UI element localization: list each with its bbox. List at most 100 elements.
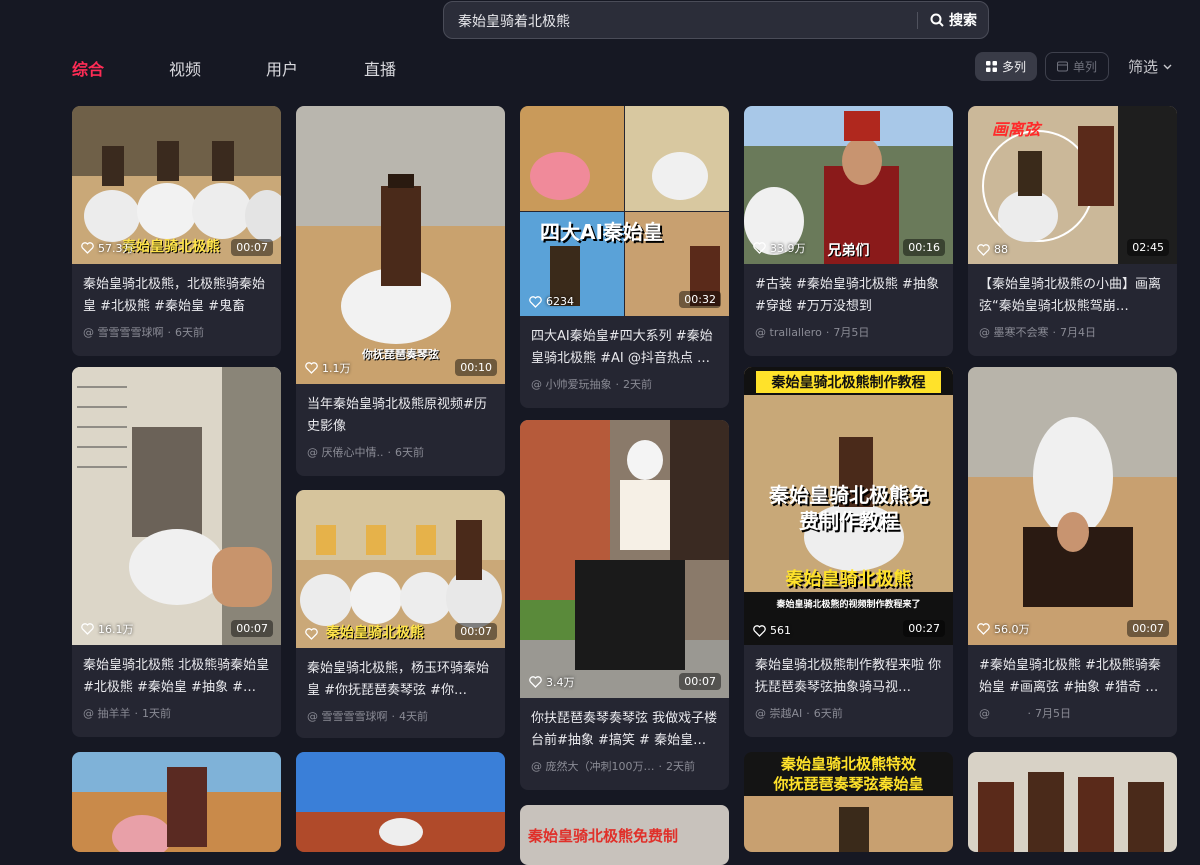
video-thumbnail[interactable]: 四大AI秦始皇 6234 00:32 (520, 106, 729, 316)
heart-icon (305, 628, 318, 640)
heart-icon (977, 623, 990, 635)
video-card[interactable]: 画离弦 88 02:45 【秦始皇骑北极熊の小曲】画离弦“秦始皇骑北极熊驾崩… … (968, 106, 1177, 356)
video-meta: @ 厌倦心中情.. · 6天前 (307, 446, 424, 459)
post-time: 6天前 (813, 707, 843, 720)
thumbnail-subcaption: 你抚琵琶奏琴弦秦始皇 (773, 775, 924, 793)
video-thumbnail[interactable]: 秦始皇骑北极熊特效 你抚琵琶奏琴弦秦始皇 (744, 752, 953, 852)
video-card[interactable]: 3.4万 00:07 你扶琵琶奏琴奏琴弦 我做戏子楼台前#抽象 #搞笑 # 秦始… (520, 420, 729, 790)
like-count: 1.1万 (305, 360, 351, 376)
like-count: 561 (753, 624, 791, 637)
video-thumbnail[interactable]: 56.0万 00:07 (968, 367, 1177, 645)
video-card[interactable]: 兄弟们 33.9万 00:16 #古装 #秦始皇骑北极熊 #抽象 #穿越 #万万… (744, 106, 953, 356)
multi-column-button[interactable]: 多列 (975, 52, 1037, 81)
search-button[interactable]: 搜索 (930, 2, 977, 38)
video-thumbnail[interactable]: 秦始皇骑北极熊 57.3万 00:07 (72, 106, 281, 264)
video-meta: @ 崇越AI · 6天前 (755, 707, 843, 720)
tab-live[interactable]: 直播 (364, 56, 396, 80)
video-description: 秦始皇骑北极熊 北极熊骑秦始皇#北极熊 #秦始皇 #抽象 #… (83, 658, 270, 695)
video-thumbnail[interactable]: 兄弟们 33.9万 00:16 (744, 106, 953, 264)
heart-icon (529, 676, 542, 688)
author-name[interactable]: 厌倦心中情.. (322, 446, 384, 459)
video-thumbnail[interactable]: 画离弦 88 02:45 (968, 106, 1177, 264)
duration-badge: 02:45 (1127, 239, 1169, 256)
author-name[interactable]: trallallero (770, 326, 822, 339)
video-meta: @ trallallero · 7月5日 (755, 326, 870, 339)
video-description: #秦始皇骑北极熊 #北极熊骑秦始皇 #画离弦 #抽象 #猎奇 … (979, 658, 1161, 695)
post-time: 6天前 (395, 446, 424, 459)
tab-all[interactable]: 综合 (72, 56, 104, 80)
heart-icon (977, 243, 990, 256)
search-bar[interactable]: 搜索 (443, 1, 989, 40)
thumbnail-caption: 秦始皇骑北极熊 (326, 625, 424, 641)
video-card[interactable]: 秦始皇骑北极熊制作教程 秦始皇骑北极熊免费制作教程 秦始皇骑北极熊 秦始皇骑北极… (744, 367, 953, 737)
heart-icon (81, 242, 94, 254)
filter-button[interactable]: 筛选 (1128, 56, 1172, 77)
post-time: 2天前 (666, 760, 695, 773)
video-card[interactable]: 秦始皇骑北极熊特效 你抚琵琶奏琴弦秦始皇 (744, 752, 953, 852)
video-description: 秦始皇骑北极熊制作教程来啦 你抚琵琶奏琴弦抽象骑马视… (755, 658, 942, 695)
video-thumbnail[interactable]: 秦始皇骑北极熊免费制 (520, 805, 729, 865)
duration-badge: 00:07 (1127, 620, 1169, 637)
filter-label: 筛选 (1128, 58, 1159, 76)
heart-icon (81, 623, 94, 635)
like-count: 6234 (529, 295, 574, 308)
video-card[interactable]: 秦始皇骑北极熊免费制 (520, 805, 729, 865)
video-thumbnail[interactable] (968, 752, 1177, 852)
like-count: 88 (977, 243, 1008, 256)
author-name[interactable]: 雪雪雪雪球啊 (322, 710, 388, 723)
like-count: 33.9万 (753, 240, 806, 256)
like-count: 3.4万 (529, 674, 575, 690)
duration-badge: 00:16 (903, 239, 945, 256)
video-meta: @ 小帅爱玩抽象 · 2天前 (531, 378, 652, 391)
search-divider (917, 12, 918, 29)
author-name[interactable]: 墨寒不会寒 (994, 326, 1049, 339)
video-card[interactable]: 56.0万 00:07 #秦始皇骑北极熊 #北极熊骑秦始皇 #画离弦 #抽象 #… (968, 367, 1177, 737)
duration-badge: 00:07 (231, 239, 273, 256)
grid-icon (986, 61, 997, 72)
video-meta: @ · 7月5日 (979, 707, 1071, 720)
video-card[interactable]: 四大AI秦始皇 6234 00:32 四大AI秦始皇#四大系列 #秦始皇骑北极熊… (520, 106, 729, 408)
search-input[interactable] (456, 2, 900, 40)
duration-badge: 00:10 (455, 359, 497, 376)
post-time: 2天前 (623, 378, 652, 391)
video-thumbnail[interactable]: 秦始皇骑北极熊制作教程 秦始皇骑北极熊免费制作教程 秦始皇骑北极熊 秦始皇骑北极… (744, 367, 953, 645)
thumbnail-caption: 秦始皇骑北极熊免费制 (528, 827, 679, 845)
video-card[interactable]: 16.1万 00:07 秦始皇骑北极熊 北极熊骑秦始皇#北极熊 #秦始皇 #抽象… (72, 367, 281, 737)
thumbnail-banner: 秦始皇骑北极熊制作教程 (771, 375, 926, 391)
video-card[interactable]: 秦始皇骑北极熊 57.3万 00:07 秦始皇骑北极熊，北极熊骑秦始皇 #北极熊… (72, 106, 281, 356)
video-thumbnail[interactable]: 3.4万 00:07 (520, 420, 729, 698)
video-description: #古装 #秦始皇骑北极熊 #抽象 #穿越 #万万没想到 (755, 277, 939, 314)
author-name[interactable]: 崇越AI (770, 707, 803, 720)
video-meta: @ 墨寒不会寒 · 7月4日 (979, 326, 1096, 339)
heart-icon (529, 295, 542, 308)
video-card[interactable] (296, 752, 505, 852)
thumbnail-footer: 秦始皇骑北极熊的视频制作教程来了 (776, 600, 921, 610)
thumbnail-subcaption: 秦始皇骑北极熊 (785, 569, 912, 590)
author-name[interactable]: 小帅爱玩抽象 (546, 378, 612, 391)
author-name[interactable]: 庞然大（冲刺100万… (546, 760, 655, 773)
tab-video[interactable]: 视频 (169, 56, 201, 80)
video-card[interactable] (968, 752, 1177, 852)
video-card[interactable]: 秦始皇骑北极熊 00:07 秦始皇骑北极熊，杨玉环骑秦始皇 #你抚琵琶奏琴弦 #… (296, 490, 505, 738)
video-thumbnail[interactable] (72, 752, 281, 852)
post-time: 4天前 (399, 710, 428, 723)
tab-users[interactable]: 用户 (266, 56, 298, 80)
video-description: 四大AI秦始皇#四大系列 #秦始皇骑北极熊 #AI @抖音热点 … (531, 329, 713, 366)
list-icon (1057, 61, 1068, 72)
thumbnail-caption: 秦始皇骑北极熊特效 (780, 755, 916, 773)
video-meta: @ 雪雪雪雪球啊 · 4天前 (307, 710, 428, 723)
video-card[interactable]: 你抚琵琶奏琴弦 1.1万 00:10 当年秦始皇骑北极熊原视频#历史影像 @ 厌… (296, 106, 505, 476)
video-card[interactable] (72, 752, 281, 852)
video-thumbnail[interactable]: 16.1万 00:07 (72, 367, 281, 645)
video-thumbnail[interactable] (296, 752, 505, 852)
video-description: 秦始皇骑北极熊，杨玉环骑秦始皇 #你抚琵琶奏琴弦 #你… (307, 661, 490, 698)
video-meta: @ 雪雪雪雪球啊 · 6天前 (83, 326, 204, 339)
author-name[interactable]: 雪雪雪雪球啊 (98, 326, 164, 339)
video-thumbnail[interactable]: 秦始皇骑北极熊 00:07 (296, 490, 505, 648)
single-column-button[interactable]: 单列 (1045, 52, 1109, 81)
author-name[interactable]: 抽羊羊 (98, 707, 131, 720)
search-icon (930, 13, 944, 27)
video-thumbnail[interactable]: 你抚琵琶奏琴弦 1.1万 00:10 (296, 106, 505, 384)
post-time: 6天前 (175, 326, 204, 339)
duration-badge: 00:27 (903, 620, 945, 637)
